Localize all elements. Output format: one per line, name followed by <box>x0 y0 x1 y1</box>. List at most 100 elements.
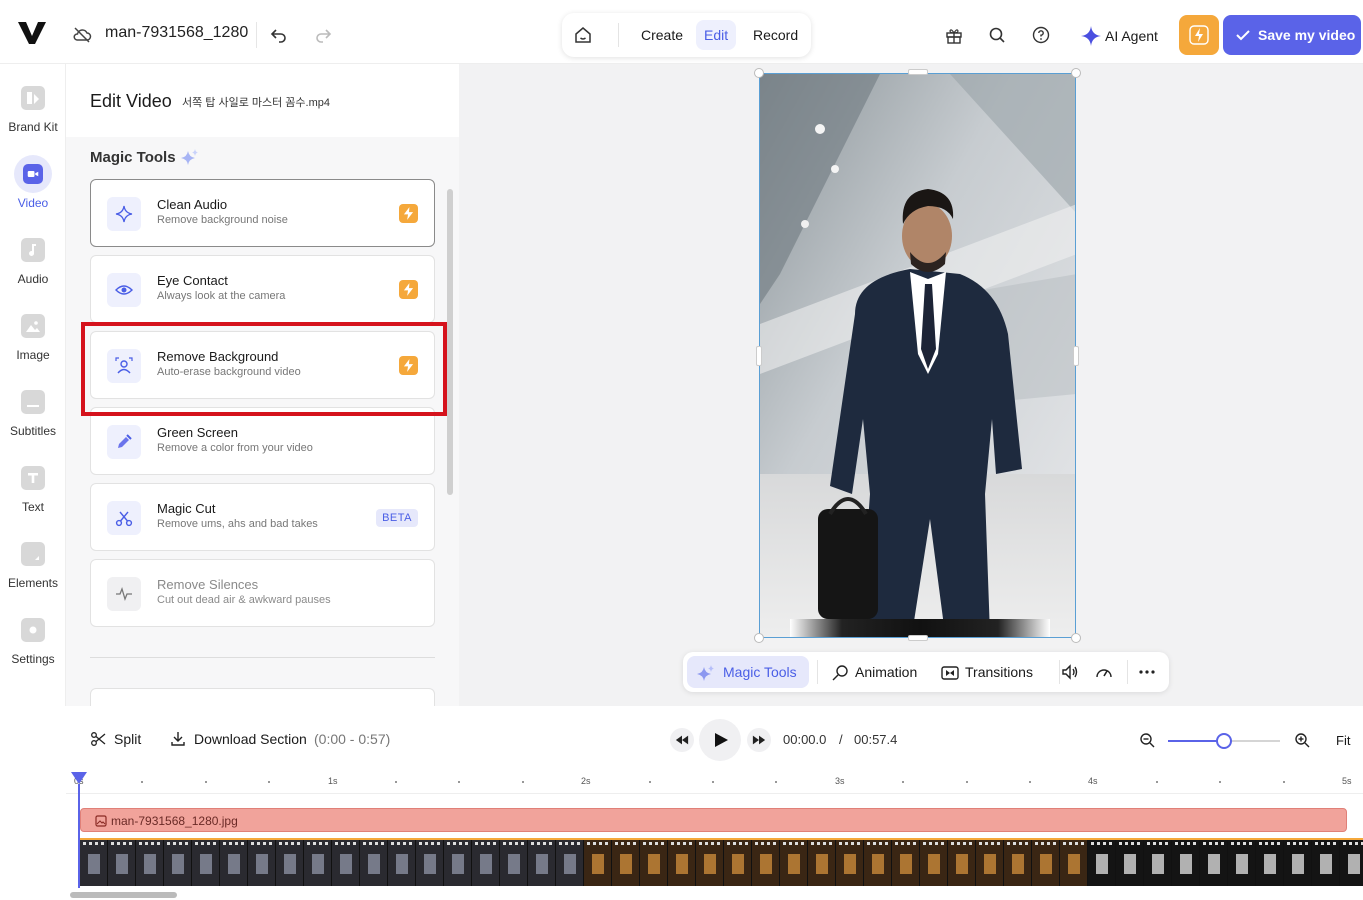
tab-create[interactable]: Create <box>633 20 691 50</box>
panel-title: Edit Video <box>90 91 172 111</box>
filmstrip-frame <box>640 840 667 886</box>
total-time: 00:57.4 <box>854 732 898 747</box>
filmstrip-frame <box>584 840 611 886</box>
fit-button[interactable]: Fit <box>1336 733 1350 748</box>
tick-dot <box>141 781 144 783</box>
transitions-button[interactable]: Transitions <box>941 656 1051 688</box>
zoom-in-icon[interactable] <box>1294 732 1310 748</box>
timeline: 0s 1s 2s 3s 4s 5s man-7931568_1280.jpg <box>66 772 1363 900</box>
redo-icon[interactable] <box>314 26 332 44</box>
zoom-out-icon[interactable] <box>1139 732 1155 748</box>
resize-handle[interactable] <box>1071 633 1081 643</box>
volume-icon[interactable] <box>1061 663 1079 681</box>
transitions-label: Transitions <box>965 664 1033 680</box>
filmstrip-frame <box>1228 840 1255 886</box>
resize-handle-left[interactable] <box>756 346 762 366</box>
tool-card-remove-silences[interactable]: Remove Silences Cut out dead air & awkwa… <box>90 559 435 627</box>
resize-handle[interactable] <box>754 68 764 78</box>
filmstrip-frame <box>1032 840 1059 886</box>
fast-forward-button[interactable] <box>747 728 771 752</box>
project-name[interactable]: man-7931568_1280 <box>105 24 248 42</box>
resize-handle-right[interactable] <box>1073 346 1079 366</box>
search-icon[interactable] <box>988 26 1006 44</box>
rail-item-audio[interactable]: Audio <box>0 238 66 308</box>
mode-switcher: Create Edit Record <box>562 13 811 57</box>
video-preview[interactable] <box>759 73 1076 638</box>
filmstrip-frame <box>1144 840 1171 886</box>
lightning-icon <box>399 280 418 299</box>
home-icon[interactable] <box>574 26 592 44</box>
more-options-icon[interactable] <box>1138 663 1156 681</box>
tool-card-magic-cut[interactable]: Magic Cut Remove ums, ahs and bad takes … <box>90 483 435 551</box>
tab-edit[interactable]: Edit <box>696 20 737 50</box>
tool-card-next[interactable] <box>90 688 435 706</box>
save-video-label: Save my video <box>1258 27 1356 43</box>
tool-description: Always look at the camera <box>157 290 286 302</box>
filmstrip-frame <box>1088 840 1115 886</box>
check-icon <box>1236 30 1250 41</box>
elements-icon <box>21 542 45 566</box>
tool-card-clean-audio[interactable]: Clean Audio Remove background noise <box>90 179 435 247</box>
image-clip[interactable]: man-7931568_1280.jpg <box>80 808 1347 832</box>
rail-item-settings[interactable]: Settings <box>0 618 66 688</box>
tick-dot <box>458 781 461 783</box>
magic-scissors-icon <box>107 501 141 535</box>
filmstrip-frame <box>1340 840 1363 886</box>
rail-item-elements[interactable]: Elements <box>0 542 66 612</box>
playback-bar: Split Download Section (0:00 - 0:57) 00:… <box>66 706 1363 772</box>
tick-dot <box>965 781 968 783</box>
filmstrip-frame <box>1256 840 1283 886</box>
resize-handle-bottom[interactable] <box>908 635 928 641</box>
filmstrip-frame <box>612 840 639 886</box>
resize-handle[interactable] <box>754 633 764 643</box>
resize-handle[interactable] <box>1071 68 1081 78</box>
speed-icon[interactable] <box>1095 663 1113 681</box>
sparkle-icon <box>1081 26 1101 46</box>
app-logo[interactable] <box>16 20 48 46</box>
tick-dot <box>648 781 651 783</box>
video-clip[interactable] <box>80 838 1363 886</box>
filmstrip-frame <box>920 840 947 886</box>
filmstrip-frame <box>80 840 107 886</box>
tool-card-eye-contact[interactable]: Eye Contact Always look at the camera <box>90 255 435 323</box>
video-toolbar: Magic Tools Animation Transitions <box>683 652 1169 692</box>
resize-handle-top[interactable] <box>908 69 928 75</box>
filmstrip-frame <box>1312 840 1339 886</box>
rail-item-subtitles[interactable]: Subtitles <box>0 390 66 460</box>
filmstrip-frame <box>1172 840 1199 886</box>
download-icon <box>171 732 185 746</box>
filmstrip-frame <box>1284 840 1311 886</box>
rail-item-image[interactable]: Image <box>0 314 66 384</box>
rewind-button[interactable] <box>670 728 694 752</box>
filmstrip-frame <box>500 840 527 886</box>
rail-item-video[interactable]: Video <box>0 155 66 232</box>
magic-tools-button[interactable]: Magic Tools <box>687 656 809 688</box>
cloud-sync-off-icon[interactable] <box>72 26 92 44</box>
timeline-scrollbar[interactable] <box>70 892 177 898</box>
highlight-box <box>81 322 447 416</box>
tick-label: 2s <box>581 776 591 786</box>
filmstrip-frame <box>1200 840 1227 886</box>
video-icon <box>14 155 52 193</box>
text-icon <box>21 466 45 490</box>
timeline-ruler[interactable]: 0s 1s 2s 3s 4s 5s <box>66 772 1363 794</box>
image-clip-label: man-7931568_1280.jpg <box>111 814 238 828</box>
panel-scrollbar[interactable] <box>447 189 453 495</box>
scissors-icon <box>91 732 106 746</box>
save-video-button[interactable]: Save my video <box>1223 15 1361 55</box>
rail-item-text[interactable]: Text <box>0 466 66 536</box>
filmstrip-frame <box>528 840 555 886</box>
filmstrip-frame <box>668 840 695 886</box>
upgrade-button[interactable] <box>1179 15 1219 55</box>
gift-icon[interactable] <box>945 27 963 45</box>
filmstrip-frame <box>780 840 807 886</box>
rail-item-brand-kit[interactable]: Brand Kit <box>0 86 66 156</box>
tool-card-green-screen[interactable]: Green Screen Remove a color from your vi… <box>90 407 435 475</box>
undo-icon[interactable] <box>270 26 288 44</box>
animation-button[interactable]: Animation <box>831 656 931 688</box>
zoom-slider-thumb[interactable] <box>1216 733 1232 749</box>
subtitles-icon <box>21 390 45 414</box>
play-button[interactable] <box>699 719 741 761</box>
help-icon[interactable] <box>1032 26 1050 44</box>
tab-record[interactable]: Record <box>745 20 806 50</box>
